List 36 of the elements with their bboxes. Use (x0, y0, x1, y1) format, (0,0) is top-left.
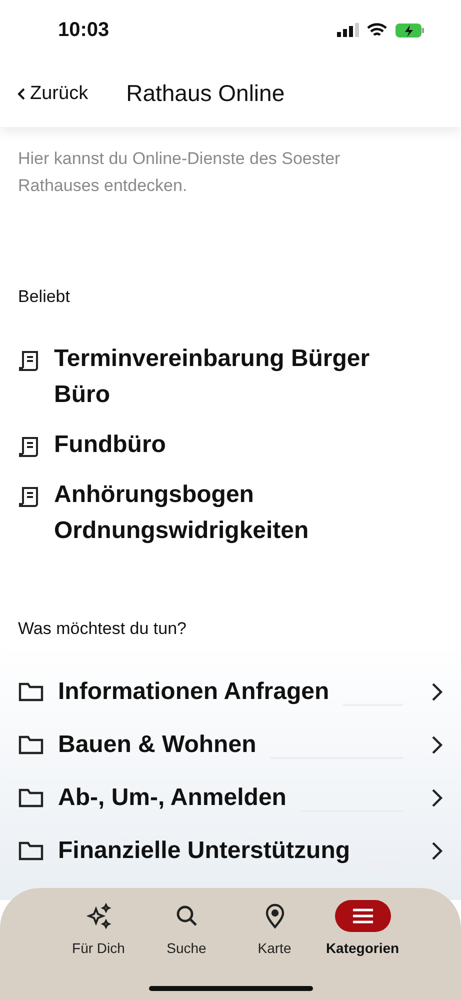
battery-charging-icon (395, 22, 425, 38)
tab-item[interactable]: Kategorien (318, 900, 406, 1000)
popular-service-item[interactable]: Terminvereinbarung Bürger Büro (0, 341, 461, 413)
page-title: Rathaus Online (126, 80, 285, 107)
category-item[interactable]: Bauen & Wohnen (0, 718, 461, 771)
document-icon (18, 435, 40, 459)
tab-item[interactable]: Suche (142, 900, 230, 1000)
document-icon (18, 349, 40, 373)
folder-icon (18, 840, 44, 862)
folder-icon (18, 680, 44, 702)
chevron-right-icon (431, 788, 443, 808)
chevron-right-icon (431, 734, 443, 754)
category-item[interactable]: Finanzielle Unterstützung (0, 824, 461, 877)
wifi-icon (367, 22, 387, 38)
back-button[interactable]: Zurück (16, 82, 88, 104)
popular-service-item[interactable]: Anhörungsbogen Ordnungswidrigkeiten (0, 477, 461, 549)
chevron-left-icon (16, 86, 26, 100)
intro-text: Hier kannst du Online-Dienste des Soester Rathauses entdecken. (18, 148, 342, 197)
popular-service-item[interactable]: Fundbüro (0, 427, 461, 463)
folder-icon (18, 786, 44, 808)
status-time: 10:03 (58, 18, 110, 42)
section-heading: Was möchtest du tun? (18, 619, 188, 639)
chevron-right-icon (431, 682, 443, 702)
sparkles-icon (86, 903, 112, 929)
chevron-right-icon (431, 840, 443, 860)
location-pin-icon (264, 903, 284, 929)
category-item[interactable]: Informationen Anfragen (0, 665, 461, 718)
section-heading: Beliebt (18, 287, 71, 307)
category-item[interactable]: Ab-, Um-, Anmelden (0, 771, 461, 824)
search-icon (174, 904, 198, 928)
signal-icon (337, 23, 359, 37)
menu-icon (350, 907, 374, 925)
folder-icon (18, 734, 44, 756)
tab-item[interactable]: Für Dich (54, 900, 142, 1000)
document-icon (18, 485, 40, 509)
tab-item[interactable]: Karte (230, 900, 318, 1000)
